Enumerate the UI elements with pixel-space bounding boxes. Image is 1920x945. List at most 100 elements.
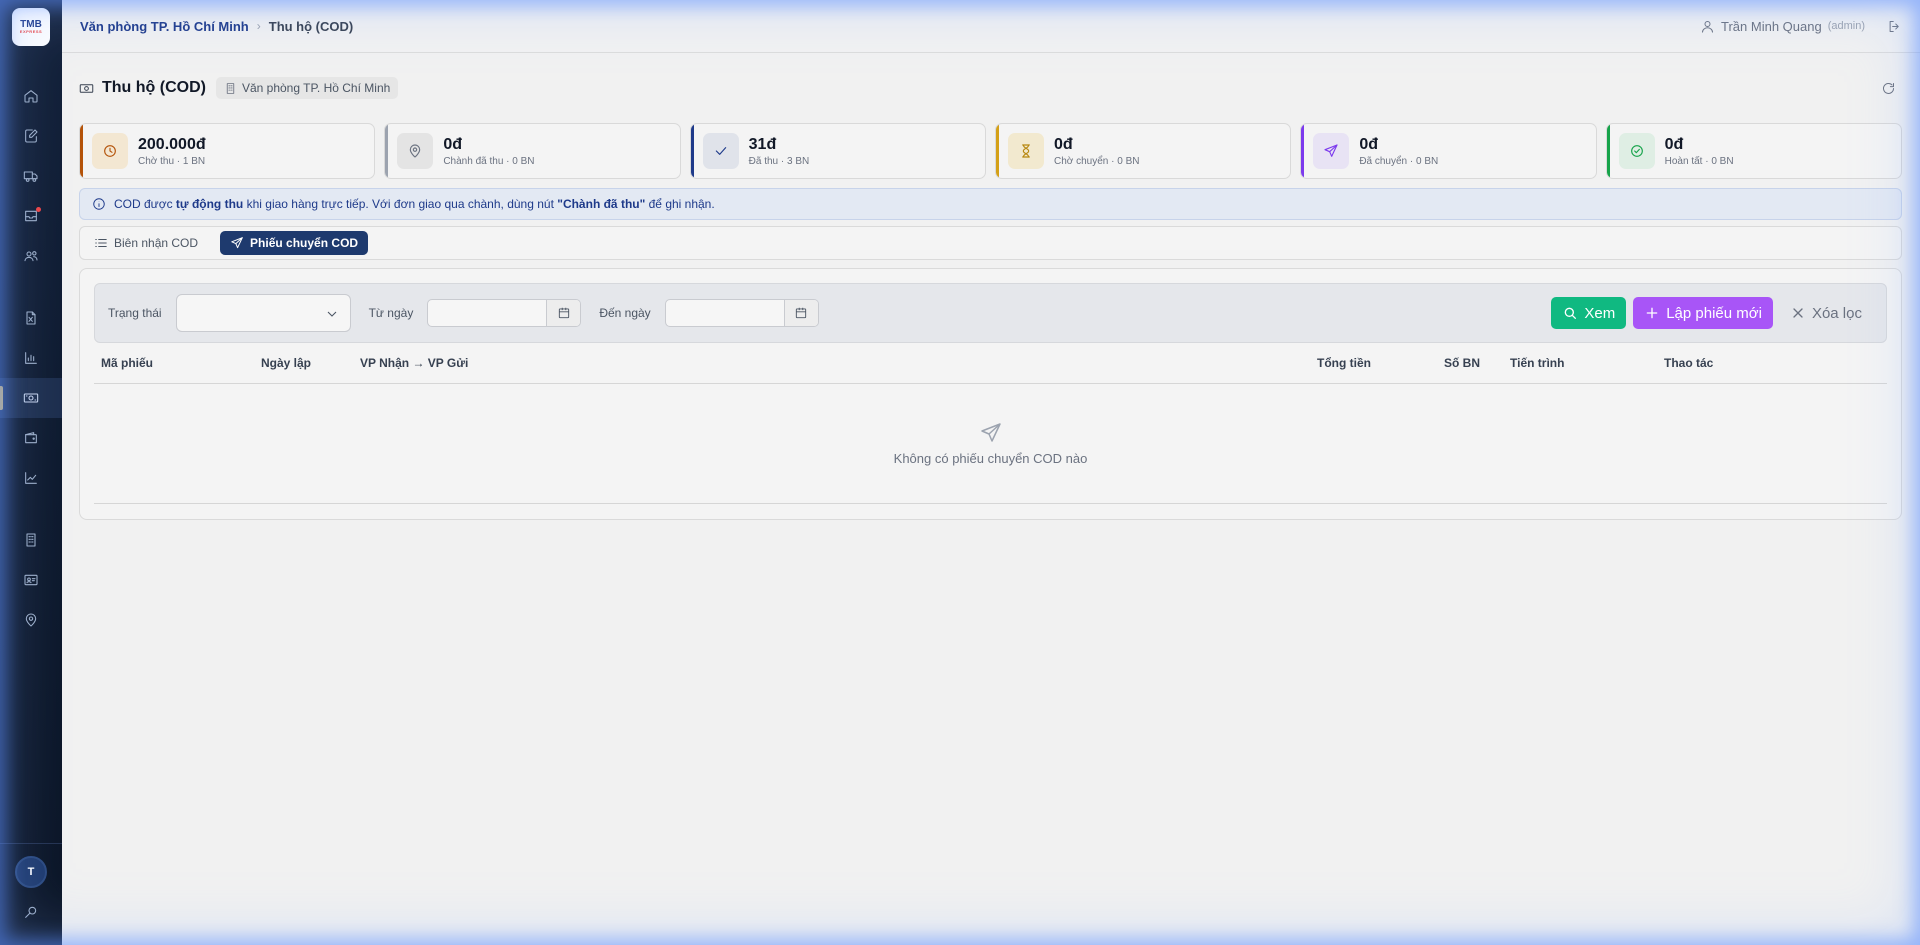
transfer-panel: Trạng thái Từ ngày Đến ngày Xem Lập phiế… <box>79 268 1902 520</box>
breadcrumb: Văn phòng TP. Hồ Chí Minh › Thu hộ (COD) <box>80 19 353 34</box>
user-role: (admin) <box>1827 20 1865 32</box>
banknote-icon <box>79 83 94 93</box>
sidebar-item-locations[interactable] <box>0 600 62 640</box>
stat-value: 0đ <box>1664 136 1684 153</box>
truck-icon <box>23 171 38 182</box>
breadcrumb-office[interactable]: Văn phòng TP. Hồ Chí Minh <box>80 19 249 34</box>
tab-label: Biên nhận COD <box>114 236 199 250</box>
chevron-right-icon: › <box>256 19 261 33</box>
sidebar-item-staff[interactable] <box>0 560 62 600</box>
stat-card-pending[interactable]: 200.000đ Chờ thu · 1 BN <box>79 123 376 179</box>
main-content: Thu hộ (COD) Văn phòng TP. Hồ Chí Minh 2… <box>79 53 1902 520</box>
sidebar-item-cod[interactable] <box>0 378 62 418</box>
stat-value: 31đ <box>748 136 777 153</box>
from-date-input[interactable] <box>428 300 547 326</box>
create-slip-button[interactable]: Lập phiếu mới <box>1633 297 1773 329</box>
sidebar-item-shipping[interactable] <box>0 156 62 196</box>
column-header-count[interactable]: Số BN <box>1437 356 1503 370</box>
view-button-label: Xem <box>1584 304 1616 322</box>
stat-value: 200.000đ <box>138 136 206 153</box>
search-icon <box>1565 307 1577 319</box>
sidebar-item-customers[interactable] <box>0 236 62 276</box>
office-chip: Văn phòng TP. Hồ Chí Minh <box>215 77 399 99</box>
sidebar-item-statistics[interactable] <box>0 338 62 378</box>
page-header: Thu hộ (COD) Văn phòng TP. Hồ Chí Minh <box>79 53 1902 123</box>
chevron-down-icon <box>327 311 336 317</box>
building-icon <box>226 82 235 94</box>
to-date-picker[interactable] <box>783 300 818 326</box>
column-header-total[interactable]: Tổng tiền <box>1310 356 1437 370</box>
sidebar-item-home[interactable] <box>0 76 62 116</box>
notification-dot <box>36 207 41 212</box>
info-text: COD được tự động thu khi giao hàng trực … <box>114 197 715 211</box>
list-icon <box>95 239 107 247</box>
column-header-code[interactable]: Mã phiếu <box>94 356 254 370</box>
column-header-date[interactable]: Ngày lập <box>254 356 353 370</box>
page-title: Thu hộ (COD) <box>102 79 206 96</box>
logout-icon[interactable] <box>1887 19 1902 34</box>
from-date-picker[interactable] <box>546 300 581 326</box>
sidebar-item-revenue[interactable] <box>0 458 62 498</box>
stat-value: 0đ <box>443 136 462 153</box>
view-button[interactable]: Xem <box>1551 297 1627 329</box>
from-date-field <box>427 299 582 327</box>
sidebar-nav <box>0 76 62 276</box>
to-date-input[interactable] <box>665 300 784 326</box>
plus-icon <box>1646 307 1658 319</box>
edit-document-icon <box>25 129 38 143</box>
filter-bar: Trạng thái Từ ngày Đến ngày Xem Lập phiế… <box>94 283 1887 343</box>
hourglass-icon <box>1007 133 1044 169</box>
stat-card-awaiting-transfer[interactable]: 0đ Chờ chuyển · 0 BN <box>994 123 1292 179</box>
sidebar-item-orders[interactable] <box>0 116 62 156</box>
filter-actions: Xem Lập phiếu mới Xóa lọc <box>1551 297 1872 329</box>
user-menu[interactable]: Trần Minh Quang (admin) <box>1700 19 1902 34</box>
sidebar-nav-settings <box>0 520 62 640</box>
check-icon <box>702 133 739 169</box>
calendar-icon <box>558 307 569 319</box>
stat-label: Đã thu · 3 BN <box>748 156 810 167</box>
sidebar-nav-reports <box>0 298 62 498</box>
tab-label: Phiếu chuyển COD <box>250 236 359 250</box>
bar-chart-icon <box>25 352 37 364</box>
user-name: Trần Minh Quang <box>1721 18 1822 34</box>
sidebar-item-excel[interactable] <box>0 298 62 338</box>
column-header-progress[interactable]: Tiến trình <box>1503 356 1657 370</box>
tab-cod-receipts[interactable]: Biên nhận COD <box>94 231 208 255</box>
refresh-icon[interactable] <box>1881 81 1896 96</box>
stat-card-completed[interactable]: 0đ Hoàn tất · 0 BN <box>1605 123 1902 179</box>
tab-cod-transfer-slips[interactable]: Phiếu chuyển COD <box>220 231 369 255</box>
map-pin-icon <box>25 613 37 627</box>
stat-label: Đã chuyển · 0 BN <box>1359 156 1439 167</box>
users-icon <box>24 251 38 262</box>
column-header-offices[interactable]: VP Nhận → VP Gửi <box>353 356 1310 370</box>
stat-card-collected[interactable]: 31đ Đã thu · 3 BN <box>689 123 986 179</box>
banknote-icon <box>23 393 39 403</box>
sidebar-item-offices[interactable] <box>0 520 62 560</box>
logo-subtext: EXPRESS <box>19 29 43 34</box>
stat-card-transferred[interactable]: 0đ Đã chuyển · 0 BN <box>1300 123 1597 179</box>
clear-filter-label: Xóa lọc <box>1811 304 1862 322</box>
stat-label: Chành đã thu · 0 BN <box>443 156 535 167</box>
sidebar-footer: T <box>0 843 62 945</box>
stat-label: Chờ thu · 1 BN <box>138 156 206 167</box>
stat-label: Chờ chuyển · 0 BN <box>1053 156 1140 167</box>
calendar-icon <box>796 307 807 319</box>
trend-chart-icon <box>25 472 37 484</box>
send-icon <box>231 237 243 249</box>
stat-card-carrier-collected[interactable]: 0đ Chành đã thu · 0 BN <box>384 123 681 179</box>
stat-value: 0đ <box>1053 136 1073 153</box>
check-circle-icon <box>1618 133 1655 169</box>
status-select[interactable] <box>175 294 351 332</box>
sidebar-item-wallet[interactable] <box>0 418 62 458</box>
tab-bar: Biên nhận COD Phiếu chuyển COD <box>79 226 1902 260</box>
clear-filter-button[interactable]: Xóa lọc <box>1780 297 1872 329</box>
spreadsheet-icon <box>26 311 36 325</box>
app-logo[interactable]: TMB EXPRESS <box>12 8 50 46</box>
sidebar-search-button[interactable] <box>0 894 62 930</box>
sidebar: TMB EXPRESS T <box>0 0 62 945</box>
sidebar-item-inbox[interactable] <box>0 196 62 236</box>
to-date-label: Đến ngày <box>599 306 651 320</box>
avatar[interactable]: T <box>15 856 47 888</box>
stat-label: Hoàn tất · 0 BN <box>1664 156 1734 167</box>
to-date-field <box>664 299 819 327</box>
